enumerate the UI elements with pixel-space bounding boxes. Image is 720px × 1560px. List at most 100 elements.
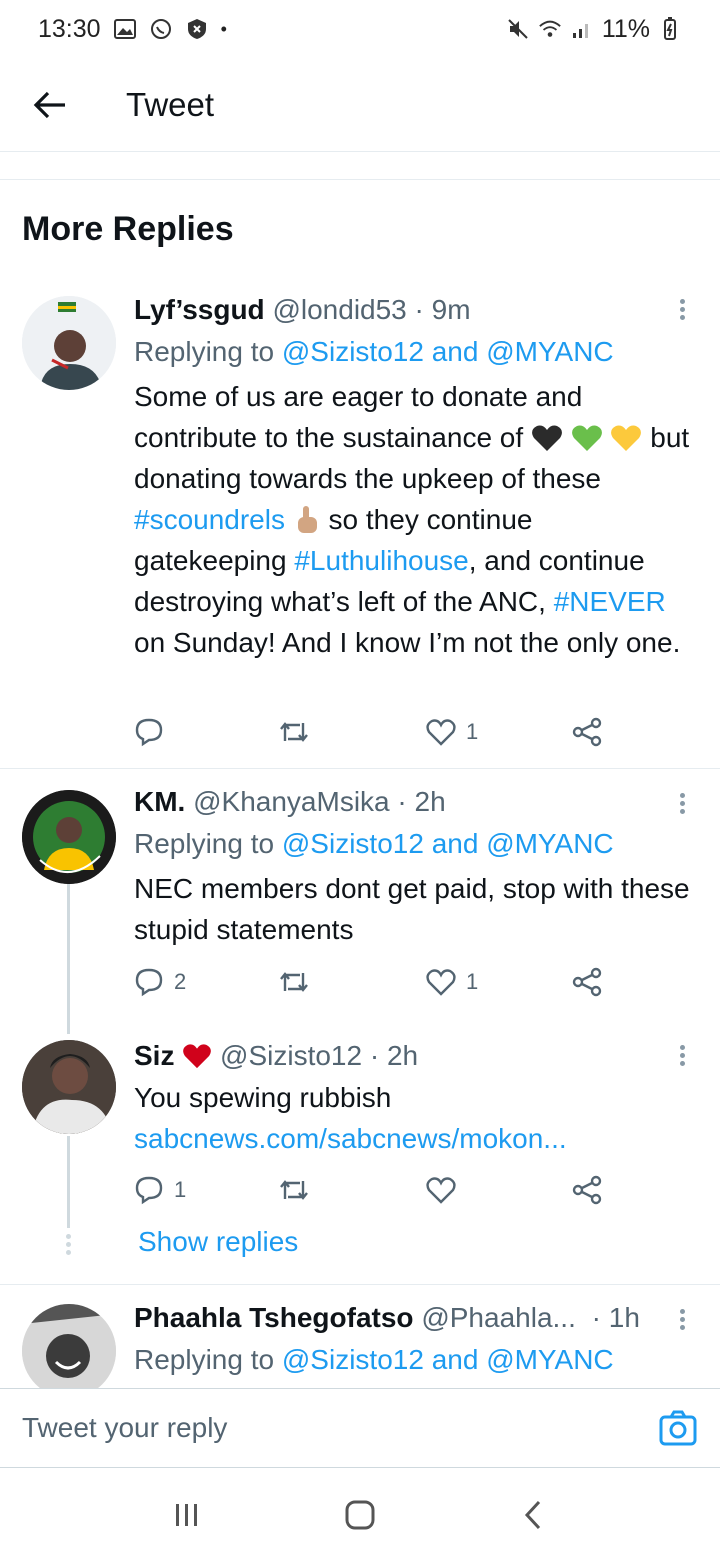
- status-bar: 13:30 • 11%: [0, 0, 720, 58]
- tweet-card[interactable]: Lyf’ssgud @londid53 · 9m Replying to @Si…: [0, 290, 720, 768]
- mute-icon: [506, 17, 530, 41]
- retweet-icon: [280, 1180, 308, 1200]
- tweet-header: KM. @KhanyaMsika · 2h: [134, 782, 690, 822]
- timestamp: · 9m: [414, 294, 471, 325]
- display-name[interactable]: Lyf’ssgud: [134, 294, 265, 325]
- signal-icon: [570, 17, 594, 41]
- home-button[interactable]: [330, 1485, 390, 1545]
- tweet-text: NEC members dont get paid, stop with the…: [134, 873, 690, 945]
- reply-icon: [135, 718, 163, 747]
- text-part: on Sunday! And I know I’m not the only o…: [134, 627, 681, 658]
- avatar[interactable]: [22, 790, 116, 884]
- reply-button[interactable]: 2: [134, 962, 186, 1002]
- divider: [0, 1284, 720, 1285]
- reply-composer[interactable]: Tweet your reply: [0, 1388, 720, 1468]
- share-button[interactable]: [572, 1170, 602, 1210]
- status-time: 13:30: [38, 14, 101, 43]
- replying-to-link[interactable]: @Sizisto12 and @MYANC: [282, 828, 614, 859]
- display-name[interactable]: Siz: [134, 1040, 174, 1071]
- avatar[interactable]: [22, 1040, 116, 1134]
- display-name[interactable]: Phaahla Tshegofatso: [134, 1302, 414, 1333]
- divider: [0, 768, 720, 769]
- gallery-icon: [113, 17, 137, 41]
- reply-button[interactable]: 1: [134, 1170, 186, 1210]
- avatar[interactable]: [22, 296, 116, 390]
- timestamp: · 2h: [397, 786, 446, 817]
- show-replies-link[interactable]: Show replies: [138, 1226, 298, 1258]
- yellow-heart-icon: [603, 422, 643, 453]
- recents-button[interactable]: [157, 1485, 217, 1545]
- battery-charging-icon: [658, 17, 682, 41]
- handle[interactable]: @Phaahla...: [421, 1302, 576, 1333]
- battery-percent: 11%: [601, 14, 650, 43]
- hashtag-link[interactable]: #NEVER: [554, 586, 666, 617]
- like-button[interactable]: 1: [426, 962, 478, 1002]
- tweet-card[interactable]: Phaahla Tshegofatso @Phaahla... · 1h Rep…: [0, 1298, 720, 1388]
- back-button[interactable]: [0, 58, 100, 152]
- share-button[interactable]: [572, 712, 602, 752]
- tweet-header: Siz @Sizisto12 · 2h: [134, 1036, 690, 1076]
- replying-to: Replying to @Sizisto12 and @MYANC: [134, 332, 690, 372]
- timestamp: · 2h: [369, 1040, 419, 1071]
- reply-input[interactable]: Tweet your reply: [22, 1412, 227, 1444]
- retweet-button[interactable]: [278, 712, 310, 752]
- share-button[interactable]: [572, 962, 602, 1002]
- thread-connector: [67, 884, 70, 1034]
- reply-icon: [135, 1176, 163, 1205]
- retweet-button[interactable]: [278, 1170, 310, 1210]
- tweet-text: Some of us are eager to donate and contr…: [134, 376, 690, 663]
- handle[interactable]: @londid53: [272, 294, 406, 325]
- system-nav-bar: [0, 1470, 720, 1560]
- reply-button[interactable]: [134, 712, 174, 752]
- like-count: 1: [466, 969, 479, 994]
- replying-to-link[interactable]: @Sizisto12 and @MYANC: [282, 1344, 614, 1375]
- avatar[interactable]: [22, 1304, 116, 1388]
- replying-to-link[interactable]: @Sizisto12 and @MYANC: [282, 336, 614, 367]
- like-button[interactable]: 1: [426, 712, 478, 752]
- text-part: Some of us are eager to donate and contr…: [134, 381, 583, 453]
- divider: [0, 152, 720, 180]
- replying-prefix: Replying to: [134, 1344, 282, 1375]
- replying-prefix: Replying to: [134, 336, 282, 367]
- section-title: More Replies: [22, 210, 234, 248]
- tweet-card[interactable]: Siz @Sizisto12 · 2h You spewing rubbish …: [0, 1036, 720, 1276]
- replying-prefix: Replying to: [134, 828, 282, 859]
- like-button[interactable]: [426, 1170, 466, 1210]
- replying-to: Replying to @Sizisto12 and @MYANC: [134, 1340, 690, 1380]
- green-heart-icon: [563, 422, 603, 453]
- recents-icon: [175, 1504, 197, 1526]
- page-title: Tweet: [126, 85, 215, 123]
- back-nav-button[interactable]: [503, 1485, 563, 1545]
- share-icon: [572, 967, 602, 997]
- handle[interactable]: @Sizisto12: [220, 1040, 362, 1071]
- tweet-actions: 2 1: [134, 962, 614, 1002]
- retweet-icon: [280, 722, 308, 742]
- tweet-actions: 1: [134, 1170, 614, 1210]
- tweet-card[interactable]: KM. @KhanyaMsika · 2h Replying to @Sizis…: [0, 782, 720, 1020]
- hashtag-link[interactable]: #scoundrels: [134, 504, 285, 535]
- camera-button[interactable]: [658, 1408, 698, 1448]
- top-app-bar: Tweet: [0, 58, 720, 152]
- display-name[interactable]: KM.: [134, 786, 185, 817]
- whatsapp-icon: [149, 17, 173, 41]
- handle[interactable]: @KhanyaMsika: [193, 786, 390, 817]
- like-icon: [426, 969, 456, 996]
- wifi-icon: [538, 17, 562, 41]
- hashtag-link[interactable]: #Luthulihouse: [294, 545, 468, 576]
- reply-count: 1: [174, 1177, 187, 1202]
- reply-count: 2: [174, 969, 187, 994]
- pointing-up-icon: [293, 504, 321, 535]
- back-nav-icon: [525, 1500, 541, 1530]
- back-arrow-icon: [33, 91, 65, 118]
- black-heart-icon: [531, 422, 563, 453]
- like-icon: [426, 719, 456, 746]
- retweet-icon: [280, 972, 308, 992]
- tweet-link[interactable]: sabcnews.com/sabcnews/mokon...: [134, 1118, 690, 1159]
- camera-icon: [659, 1410, 697, 1446]
- tweet-header: Lyf’ssgud @londid53 · 9m: [134, 290, 690, 330]
- reply-icon: [135, 968, 163, 997]
- tweet-actions: 1: [134, 712, 614, 752]
- home-icon: [345, 1500, 375, 1530]
- retweet-button[interactable]: [278, 962, 310, 1002]
- like-icon: [426, 1177, 456, 1204]
